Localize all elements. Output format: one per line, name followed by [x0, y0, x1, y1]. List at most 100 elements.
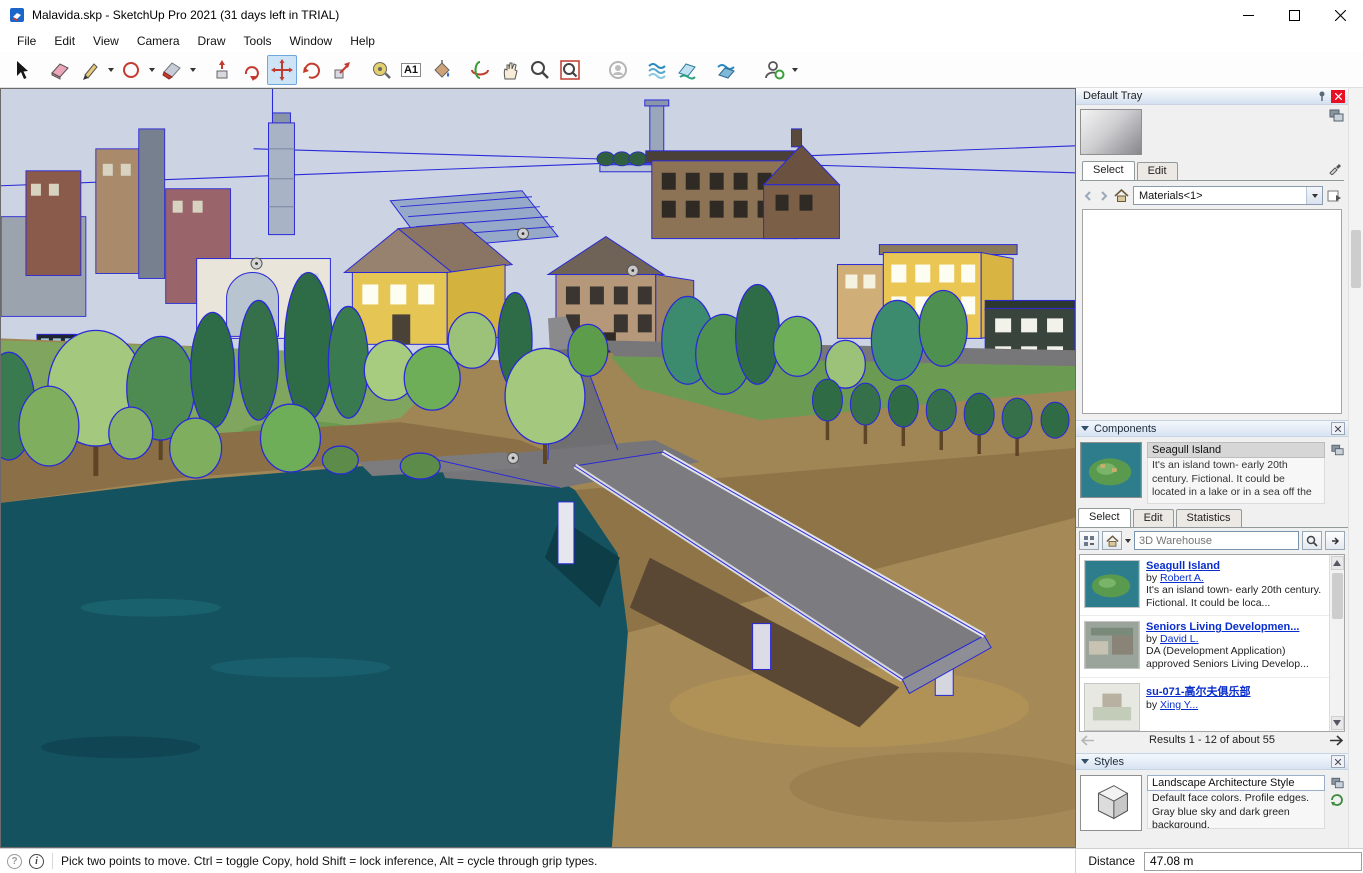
materials-tab-edit[interactable]: Edit [1136, 162, 1178, 180]
model-scene [1, 89, 1075, 847]
materials-list[interactable] [1082, 209, 1342, 414]
tape-measure-icon [373, 61, 391, 79]
home-icon[interactable] [1114, 189, 1129, 202]
result-item[interactable]: Seniors Living Developmen... by David L.… [1080, 616, 1329, 678]
next-panel-button[interactable] [1325, 531, 1345, 550]
rotated-rectangle-tool-button[interactable] [157, 55, 187, 85]
section-display-tool-button[interactable] [672, 55, 702, 85]
paint-details-icon[interactable] [1327, 189, 1342, 203]
menu-edit[interactable]: Edit [45, 32, 84, 51]
styles-close-button[interactable] [1331, 755, 1345, 768]
styles-section-header[interactable]: Styles [1076, 753, 1348, 770]
materials-tabs: Select Edit [1080, 155, 1344, 181]
shapes-tool-dropdown[interactable] [146, 55, 157, 85]
components-tab-edit[interactable]: Edit [1132, 509, 1174, 527]
paint-bucket-tool-button[interactable] [426, 55, 456, 85]
chevron-down-icon [107, 67, 114, 72]
left-tower [268, 112, 295, 236]
search-button[interactable] [1302, 531, 1322, 550]
menu-file[interactable]: File [8, 32, 45, 51]
line-tool-dropdown[interactable] [105, 55, 116, 85]
view-options-button[interactable] [1079, 531, 1099, 550]
select-tool-button[interactable] [6, 55, 36, 85]
close-button[interactable] [1317, 0, 1363, 30]
measurement-input[interactable] [1144, 851, 1362, 871]
result-description: It's an island town- early 20th century.… [1146, 584, 1322, 610]
zoom-tool-button[interactable] [525, 55, 555, 85]
tray-close-button[interactable] [1331, 89, 1345, 103]
result-title-link[interactable]: su-071-高尔夫俱乐部 [1146, 683, 1251, 699]
result-item[interactable]: Seagull Island by Robert A. It's an isla… [1080, 555, 1329, 617]
line-tool-button[interactable] [75, 55, 105, 85]
orbit-tool-button[interactable] [465, 55, 495, 85]
info-icon[interactable] [29, 853, 44, 869]
result-item[interactable]: su-071-高尔夫俱乐部 by Xing Y... [1080, 678, 1329, 732]
previous-page-icon[interactable] [1081, 734, 1095, 746]
warehouse-search-input[interactable] [1135, 534, 1298, 547]
claim-credit-icon[interactable] [7, 853, 22, 869]
minimize-button[interactable] [1225, 0, 1271, 30]
3d-viewport[interactable] [0, 88, 1076, 848]
rotate-tool-button[interactable] [297, 55, 327, 85]
sign-in-button[interactable] [759, 55, 789, 85]
zoom-extents-tool-button[interactable] [555, 55, 585, 85]
menu-view[interactable]: View [84, 32, 128, 51]
sign-in-dropdown[interactable] [789, 55, 800, 85]
result-author-link[interactable]: David L. [1160, 633, 1199, 645]
scrollbar-thumb[interactable] [1331, 573, 1343, 619]
in-model-button[interactable] [1102, 531, 1122, 550]
secondary-pane-icon[interactable] [1329, 109, 1344, 122]
forward-arrow-icon[interactable] [1098, 190, 1110, 202]
scrollbar-thumb[interactable] [1351, 230, 1361, 288]
look-around-tool-button[interactable] [603, 55, 633, 85]
components-section-header[interactable]: Components [1076, 420, 1348, 437]
menu-help[interactable]: Help [341, 32, 384, 51]
section-plane-tool-button[interactable] [642, 55, 672, 85]
move-tool-button[interactable] [267, 54, 297, 85]
components-close-button[interactable] [1331, 422, 1345, 435]
text-tool-button[interactable]: A1 [396, 55, 426, 85]
materials-panel: Select Edit Materials<1> [1076, 105, 1348, 414]
result-by-label: by [1146, 633, 1158, 646]
eyedropper-icon[interactable] [1328, 161, 1342, 176]
components-tab-select[interactable]: Select [1078, 508, 1131, 527]
result-title-link[interactable]: Seniors Living Developmen... [1146, 621, 1326, 633]
scale-tool-button[interactable] [327, 55, 357, 85]
result-thumbnail [1084, 621, 1140, 670]
result-author-link[interactable]: Xing Y... [1160, 699, 1198, 711]
menu-camera[interactable]: Camera [128, 32, 189, 51]
style-name[interactable]: Landscape Architecture Style [1147, 775, 1325, 791]
materials-collection-dropdown[interactable]: Materials<1> [1133, 186, 1323, 205]
rotated-rectangle-dropdown[interactable] [187, 55, 198, 85]
secondary-pane-icon[interactable] [1330, 777, 1344, 789]
secondary-pane-icon[interactable] [1330, 444, 1344, 456]
section-fill-tool-button[interactable] [711, 55, 741, 85]
maximize-button[interactable] [1271, 0, 1317, 30]
next-page-icon[interactable] [1329, 734, 1343, 746]
result-title-link[interactable]: Seagull Island [1146, 560, 1326, 572]
close-icon [1335, 758, 1341, 765]
chevron-down-icon[interactable] [1125, 538, 1131, 543]
components-tab-statistics[interactable]: Statistics [1175, 509, 1242, 527]
pan-tool-button[interactable] [495, 55, 525, 85]
tray-scrollbar[interactable] [1348, 88, 1363, 848]
menu-window[interactable]: Window [281, 32, 342, 51]
back-arrow-icon[interactable] [1082, 190, 1094, 202]
pin-icon[interactable] [1316, 90, 1328, 102]
eraser-icon [51, 62, 69, 80]
result-thumbnail [1084, 682, 1140, 731]
shapes-tool-button[interactable] [116, 55, 146, 85]
maximize-icon [1288, 9, 1300, 21]
eraser-tool-button[interactable] [45, 55, 75, 85]
follow-me-tool-button[interactable] [237, 55, 267, 85]
result-author-link[interactable]: Robert A. [1160, 572, 1204, 584]
menu-tools[interactable]: Tools [235, 32, 281, 51]
update-style-icon[interactable] [1330, 793, 1344, 807]
menu-draw[interactable]: Draw [189, 32, 235, 51]
tape-measure-tool-button[interactable] [366, 55, 396, 85]
push-pull-tool-button[interactable] [207, 55, 237, 85]
results-scrollbar[interactable] [1329, 555, 1344, 731]
materials-collection-value: Materials<1> [1139, 189, 1203, 202]
zoom-icon [531, 60, 549, 79]
materials-tab-select[interactable]: Select [1082, 161, 1135, 180]
